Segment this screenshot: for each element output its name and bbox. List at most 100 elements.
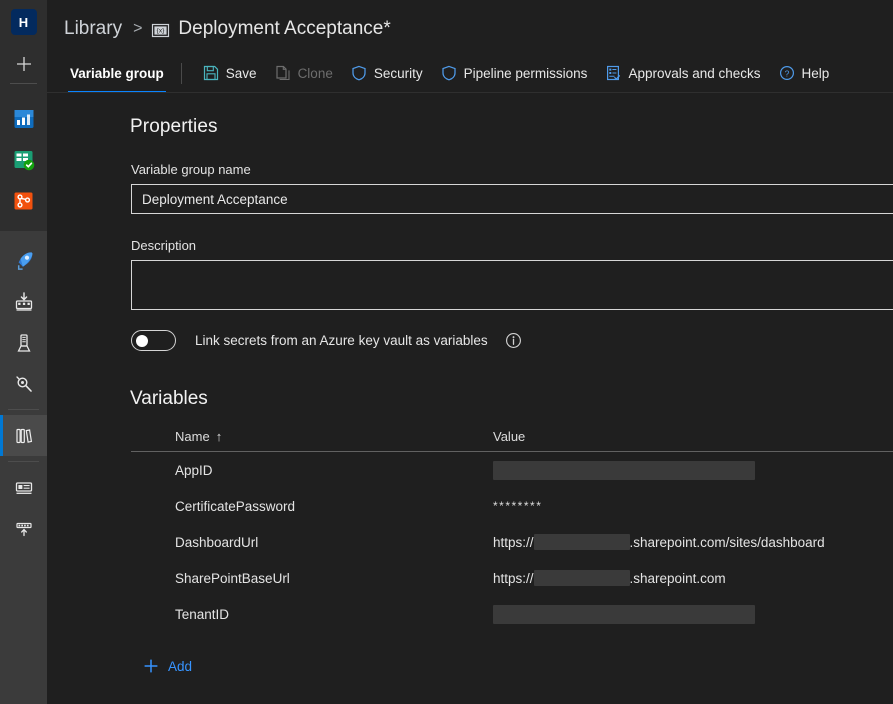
- deployment-groups-icon: [15, 522, 32, 536]
- approvals-and-checks-button[interactable]: Approvals and checks: [596, 57, 769, 89]
- repos-icon: [14, 192, 32, 209]
- sidebar-item-pipelines[interactable]: [0, 240, 47, 281]
- pipelines-builds-icon: [15, 291, 32, 311]
- variable-value[interactable]: ********: [493, 499, 893, 513]
- variable-value[interactable]: [493, 460, 893, 480]
- value-suffix: .sharepoint.com/sites/dashboard: [629, 534, 825, 550]
- variables-table-header: Name ↑ Value: [131, 428, 893, 452]
- sidebar-item-environments[interactable]: [0, 363, 47, 404]
- keyvault-toggle[interactable]: [131, 330, 176, 351]
- value-prefix: https://: [493, 570, 534, 586]
- rail-divider: [10, 83, 37, 84]
- tab-active-underline: [68, 91, 166, 93]
- help-button[interactable]: ? Help: [770, 57, 839, 89]
- masked-value: ********: [493, 499, 543, 513]
- table-row[interactable]: DashboardUrl https:// .sharepoint.com/si…: [131, 524, 893, 560]
- rail-top-group: H: [0, 0, 47, 88]
- approvals-and-checks-label: Approvals and checks: [628, 65, 761, 81]
- properties-heading: Properties: [130, 116, 218, 137]
- rail-pipeline-group: [0, 231, 47, 704]
- variable-group-name-input[interactable]: Deployment Acceptance: [131, 184, 893, 214]
- content-panel: Properties Variable group name Deploymen…: [47, 93, 893, 704]
- add-variable-button[interactable]: Add: [143, 658, 893, 674]
- redacted-value: [533, 570, 630, 586]
- clone-icon: [275, 65, 291, 81]
- main-area: Library > {x} Deployment Acceptance* Var…: [47, 0, 893, 704]
- pipeline-permissions-label: Pipeline permissions: [463, 65, 588, 81]
- pipelines-rocket-icon: [17, 251, 32, 270]
- releases-icon: [16, 333, 31, 352]
- variable-value[interactable]: https:// .sharepoint.com: [493, 570, 893, 586]
- variable-name: DashboardUrl: [175, 534, 259, 550]
- help-label: Help: [801, 65, 830, 81]
- breadcrumb-link-library[interactable]: Library: [64, 18, 122, 40]
- rail-divider: [8, 409, 39, 410]
- page-title: Deployment Acceptance*: [178, 18, 391, 39]
- save-button[interactable]: Save: [194, 57, 266, 89]
- help-circle-icon: ?: [779, 65, 795, 81]
- variable-group-name-value: Deployment Acceptance: [142, 191, 288, 207]
- variables-table: Name ↑ Value AppID CertificatePassword *…: [131, 428, 893, 632]
- task-groups-icon: [15, 481, 32, 494]
- new-item-button[interactable]: [9, 49, 39, 79]
- variable-value[interactable]: https:// .sharepoint.com/sites/dashboard: [493, 534, 893, 550]
- clone-button[interactable]: Clone: [266, 57, 342, 89]
- info-icon[interactable]: [505, 332, 522, 349]
- tab-variable-group[interactable]: Variable group: [64, 53, 170, 93]
- svg-text:{x}: {x}: [157, 27, 165, 34]
- rail-service-group: [0, 88, 47, 231]
- table-row[interactable]: SharePointBaseUrl https:// .sharepoint.c…: [131, 560, 893, 596]
- description-input[interactable]: [131, 260, 893, 310]
- rail-divider: [8, 461, 39, 462]
- variable-group-name-label: Variable group name: [131, 162, 251, 177]
- avatar[interactable]: H: [10, 9, 37, 35]
- redacted-value: [533, 534, 630, 550]
- sidebar-item-task-groups[interactable]: [0, 467, 47, 508]
- sidebar-item-boards[interactable]: [0, 139, 47, 180]
- keyvault-toggle-row: Link secrets from an Azure key vault as …: [131, 330, 893, 351]
- pipeline-permissions-button[interactable]: Pipeline permissions: [432, 57, 597, 89]
- value-prefix: https://: [493, 534, 534, 550]
- plus-icon: [143, 658, 159, 674]
- variable-value[interactable]: [493, 604, 893, 624]
- variable-name: TenantID: [175, 606, 230, 622]
- redacted-value: [493, 604, 755, 624]
- redacted-value: [493, 460, 755, 480]
- toggle-knob: [136, 334, 148, 347]
- sidebar-item-overview[interactable]: [0, 98, 47, 139]
- sidebar-item-releases[interactable]: [0, 322, 47, 363]
- library-icon: [15, 428, 32, 443]
- column-header-value[interactable]: Value: [493, 429, 525, 444]
- security-button[interactable]: Security: [342, 57, 432, 89]
- save-icon: [203, 65, 219, 81]
- plus-icon: [16, 57, 31, 71]
- breadcrumb: Library > {x} Deployment Acceptance*: [47, 0, 893, 44]
- shield-icon: [441, 65, 457, 81]
- boards-icon: [14, 150, 34, 170]
- environments-icon: [15, 375, 32, 392]
- security-label: Security: [373, 65, 423, 81]
- sidebar-item-builds[interactable]: [0, 281, 47, 322]
- table-row[interactable]: CertificatePassword ********: [131, 488, 893, 524]
- variable-name: CertificatePassword: [175, 498, 296, 514]
- sort-ascending-icon: ↑: [215, 428, 223, 444]
- shield-icon: [351, 65, 367, 81]
- app-window: H Library > {x} Deployment Acceptance* V…: [0, 0, 893, 704]
- table-row[interactable]: AppID: [131, 452, 893, 488]
- toolbar: Variable group Save Clone Security Pipel…: [47, 53, 893, 93]
- svg-text:?: ?: [784, 68, 789, 78]
- tab-variable-group-label: Variable group: [70, 65, 164, 81]
- breadcrumb-chevron-icon: >: [133, 20, 143, 37]
- description-label: Description: [131, 238, 197, 253]
- column-header-name[interactable]: Name ↑: [131, 429, 493, 444]
- sidebar-item-library[interactable]: [0, 415, 47, 456]
- toolbar-divider: [180, 62, 182, 84]
- clone-label: Clone: [297, 65, 333, 81]
- variables-heading: Variables: [130, 388, 208, 409]
- save-label: Save: [225, 65, 257, 81]
- column-header-name-label: Name: [175, 428, 210, 444]
- overview-icon: [14, 109, 33, 128]
- sidebar-item-repos[interactable]: [0, 180, 47, 221]
- sidebar-item-deployment-groups[interactable]: [0, 508, 47, 549]
- table-row[interactable]: TenantID: [131, 596, 893, 632]
